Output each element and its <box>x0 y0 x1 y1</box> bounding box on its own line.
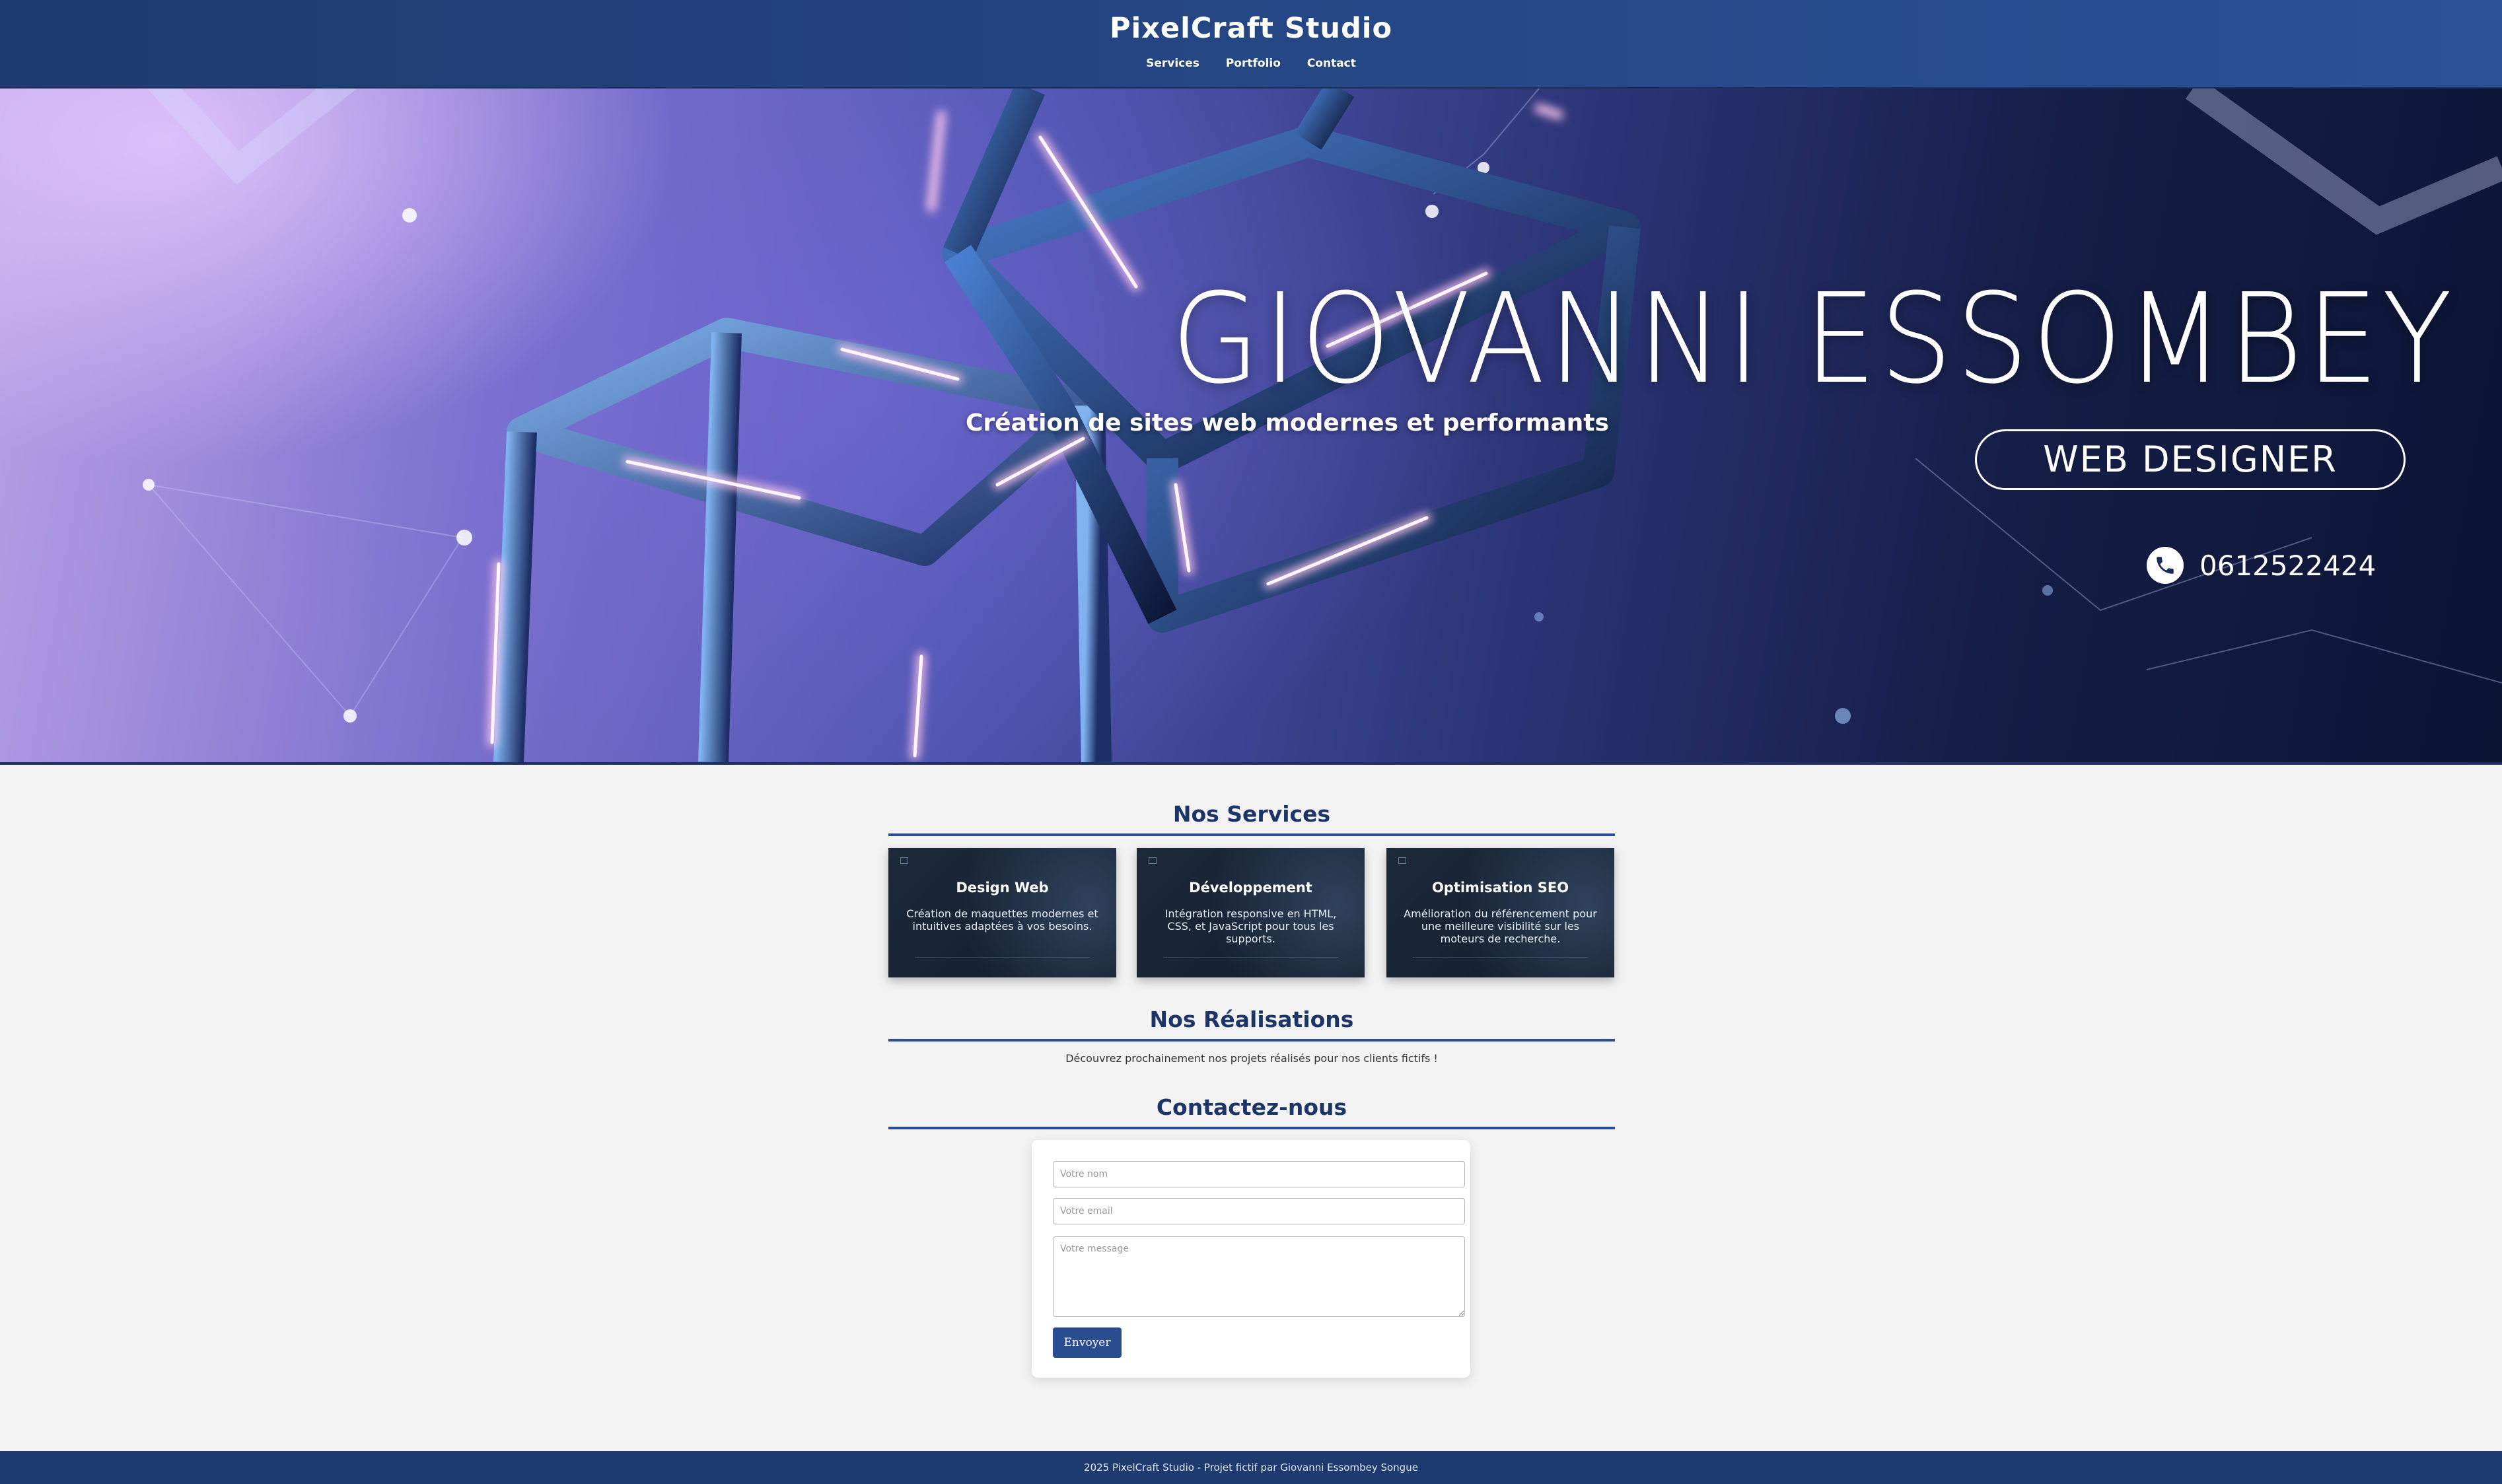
services-divider <box>888 833 1615 836</box>
service-card-title: Optimisation SEO <box>1431 880 1569 896</box>
service-card-title: Design Web <box>956 880 1049 896</box>
portfolio-title: Nos Réalisations <box>1149 1007 1354 1032</box>
service-card-text: Intégration responsive en HTML, CSS, et … <box>1164 907 1337 945</box>
nav-link-contact[interactable]: Contact <box>1307 57 1356 70</box>
card-corner-icon <box>1149 857 1157 864</box>
phone-icon <box>2147 547 2184 584</box>
role-badge: WEB DESIGNER <box>1975 429 2406 490</box>
service-card-title: Développement <box>1189 880 1312 896</box>
send-button[interactable]: Envoyer <box>1053 1327 1122 1358</box>
card-divider <box>915 957 1090 958</box>
card-corner-icon <box>900 857 908 864</box>
hero-banner: GIOVANNI ESSOMBEY Création de sites web … <box>0 88 2502 765</box>
services-title: Nos Services <box>1172 801 1331 827</box>
card-corner-icon <box>1398 857 1406 864</box>
main-nav: Services Portfolio Contact <box>0 57 2502 70</box>
contact-title: Contactez-nous <box>1156 1094 1347 1120</box>
email-input[interactable] <box>1053 1198 1465 1224</box>
portfolio-divider <box>888 1039 1615 1042</box>
nav-link-services[interactable]: Services <box>1146 57 1199 70</box>
phone-number: 0612522424 <box>2199 549 2377 582</box>
brand-title: PixelCraft Studio <box>1109 12 1393 45</box>
service-card-design: Design Web Création de maquettes moderne… <box>888 848 1116 977</box>
service-card-development: Développement Intégration responsive en … <box>1137 848 1365 977</box>
contact-divider <box>888 1127 1615 1129</box>
service-card-text: Amélioration du référencement pour une m… <box>1404 907 1597 945</box>
hero-tagline: Création de sites web modernes et perfor… <box>966 409 1609 437</box>
contact-form: Envoyer <box>1032 1140 1470 1378</box>
nav-link-portfolio[interactable]: Portfolio <box>1226 57 1281 70</box>
site-header: PixelCraft Studio Services Portfolio Con… <box>0 0 2502 88</box>
card-divider <box>1413 957 1588 958</box>
portfolio-intro: Découvrez prochainement nos projets réal… <box>1065 1052 1438 1065</box>
name-input[interactable] <box>1053 1161 1465 1187</box>
service-card-text: Création de maquettes modernes et intuit… <box>906 907 1098 933</box>
message-textarea[interactable] <box>1053 1236 1465 1317</box>
service-card-seo: Optimisation SEO Amélioration du référen… <box>1386 848 1614 977</box>
site-footer: 2025 PixelCraft Studio - Projet fictif p… <box>0 1451 2502 1484</box>
card-divider <box>1163 957 1338 958</box>
phone-contact[interactable]: 0612522424 <box>2147 546 2376 585</box>
footer-text: 2025 PixelCraft Studio - Projet fictif p… <box>1084 1462 1418 1473</box>
hero-name: GIOVANNI ESSOMBEY <box>1171 267 2456 411</box>
